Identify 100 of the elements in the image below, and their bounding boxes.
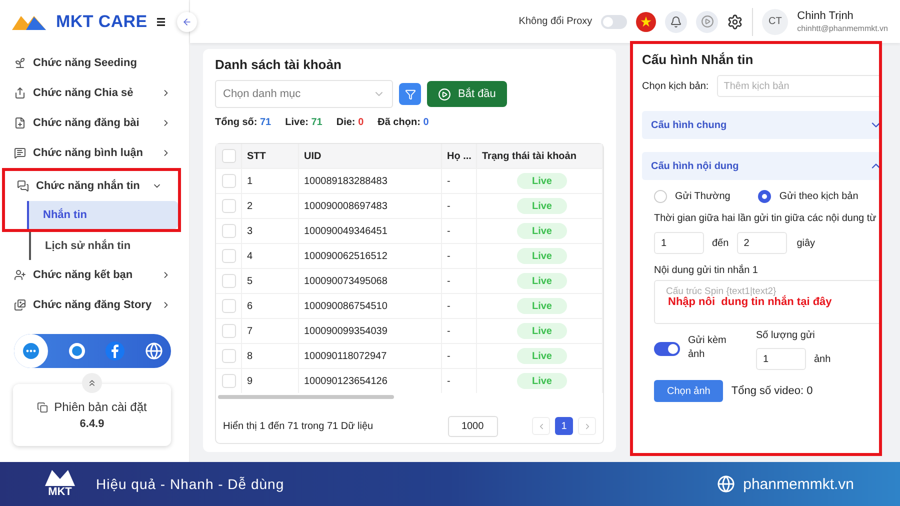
logo-text: MKT CARE (56, 12, 148, 32)
page-size-field[interactable]: 1000 (448, 416, 498, 436)
comment-icon (14, 147, 26, 159)
table-cell: 100089183288483 (299, 168, 442, 193)
table-cell: - (442, 218, 477, 243)
sprout-icon (14, 57, 26, 69)
chat-icon (17, 180, 29, 192)
file-plus-icon (14, 117, 26, 129)
count-field[interactable]: 1 (756, 348, 806, 370)
proxy-toggle[interactable] (601, 14, 628, 28)
sidebar-item[interactable]: Chức năng nhắn tin (5, 171, 178, 201)
stat-text: Tổng số: 71 (215, 117, 272, 128)
table-cell: 100090086754510 (299, 293, 442, 318)
choose-image-button[interactable]: Chọn ảnh (654, 380, 724, 402)
settings-icon[interactable] (727, 14, 744, 30)
category-select[interactable]: Chọn danh mục (215, 80, 393, 108)
status-tag: Live (517, 248, 567, 264)
facebook-icon[interactable] (105, 341, 126, 361)
table-cell: 1 (242, 168, 299, 193)
interval-unit: giây (796, 238, 816, 248)
user-email: chinhtt@phanmemmkt.vn (797, 24, 888, 33)
stat-text: Die: 0 (336, 117, 364, 128)
column-header[interactable]: Trạng thái tài khoản (477, 144, 603, 168)
sidebar-item[interactable]: Chức năng Chia sẻ (2, 78, 187, 108)
message-label: Nội dung gửi tin nhắn 1 (654, 265, 759, 276)
user-name: Chinh Trịnh (797, 10, 854, 22)
interval-to-field[interactable]: 2 (736, 232, 787, 254)
script-label: Chọn kịch bản: (642, 80, 709, 92)
previous-page-button[interactable] (532, 417, 550, 435)
play-icon[interactable] (696, 10, 718, 32)
sidebar-item[interactable]: Chức năng đăng bài (2, 108, 187, 138)
globe-icon[interactable] (144, 342, 163, 360)
mode-radio[interactable]: Gửi theo kịch bản (758, 190, 858, 203)
attach-toggle[interactable] (654, 342, 680, 356)
sidebar-item[interactable]: Chức năng bình luận (2, 138, 187, 168)
video-total: Tổng số video: 0 (731, 385, 813, 397)
attach-label: Gửi kèm ảnh (688, 334, 728, 362)
table-cell: - (442, 318, 477, 343)
status-tag: Live (517, 323, 567, 339)
status-tag: Live (517, 348, 567, 364)
scrollbar-thumb[interactable] (218, 395, 394, 399)
next-page-button[interactable] (578, 417, 596, 435)
stat-text: Đã chọn: 0 (378, 117, 429, 128)
slogan-text: Hiệu quả - Nhanh - Dễ dùng (96, 476, 286, 492)
row-checkbox[interactable] (222, 249, 236, 263)
count-unit: ảnh (814, 354, 831, 364)
column-header[interactable]: UID (299, 144, 442, 168)
status-tag: Live (517, 173, 567, 189)
column-header[interactable]: Họ ... (442, 144, 477, 168)
interval-from-field[interactable]: 1 (654, 232, 704, 254)
row-checkbox[interactable] (222, 374, 236, 388)
row-checkbox[interactable] (222, 199, 236, 213)
row-checkbox[interactable] (222, 274, 236, 288)
table-cell: 100090123654126 (299, 368, 442, 393)
table-cell: 9 (242, 368, 299, 393)
user-avatar[interactable]: CT (762, 8, 788, 34)
row-checkbox[interactable] (222, 299, 236, 313)
proxy-label: Không đổi Proxy (518, 16, 592, 27)
section-header[interactable]: Cấu hình chung (642, 111, 879, 139)
menu-icon[interactable] (157, 18, 166, 26)
expand-up-icon[interactable] (82, 373, 102, 393)
select-all-checkbox[interactable] (222, 149, 236, 163)
table-cell: 100090049346451 (299, 218, 442, 243)
support-icon[interactable] (14, 334, 48, 368)
row-checkbox[interactable] (222, 224, 236, 238)
sidebar-item[interactable]: Chức năng đăng Story (2, 290, 187, 320)
sidebar-subitem[interactable]: Lịch sử nhắn tin (29, 232, 187, 260)
table-cell: 7 (242, 318, 299, 343)
version-label: Phiên bản cài đặt (54, 400, 147, 414)
filter-icon (404, 88, 416, 100)
flag-icon[interactable] (636, 12, 656, 32)
row-checkbox[interactable] (222, 174, 236, 188)
filter-button[interactable] (399, 83, 421, 105)
website-text[interactable]: phanmemmkt.vn (743, 476, 854, 492)
play-icon (438, 88, 451, 100)
start-button[interactable]: Bắt đầu (427, 81, 507, 107)
table-cell: 3 (242, 218, 299, 243)
table-cell: 100090008697483 (299, 193, 442, 218)
row-checkbox[interactable] (222, 349, 236, 363)
sidebar-subitem[interactable]: Nhắn tin (27, 201, 178, 229)
table-cell: - (442, 368, 477, 393)
column-header[interactable]: STT (242, 144, 299, 168)
status-tag: Live (517, 298, 567, 314)
table-cell: - (442, 168, 477, 193)
section-header[interactable]: Cấu hình nội dung (642, 152, 879, 180)
collapse-button[interactable] (177, 12, 197, 32)
table-cell: 4 (242, 243, 299, 268)
row-checkbox[interactable] (222, 324, 236, 338)
panel-title: Cấu hình Nhắn tin (642, 52, 754, 67)
status-tag: Live (517, 273, 567, 289)
sidebar-item[interactable]: Chức năng kết bạn (2, 260, 187, 290)
table-cell: 8 (242, 343, 299, 368)
sidebar-item[interactable]: Chức năng Seeding (2, 48, 187, 78)
globe-icon (717, 475, 736, 493)
annotation-text: Nhập nôi dung tin nhắn tại đây (668, 296, 833, 308)
add-user-icon (14, 269, 26, 281)
logo-text: MKT (48, 486, 72, 498)
bell-icon[interactable] (665, 10, 688, 32)
page-button[interactable]: 1 (555, 417, 573, 435)
mode-radio[interactable]: Gửi Thường (654, 190, 730, 203)
